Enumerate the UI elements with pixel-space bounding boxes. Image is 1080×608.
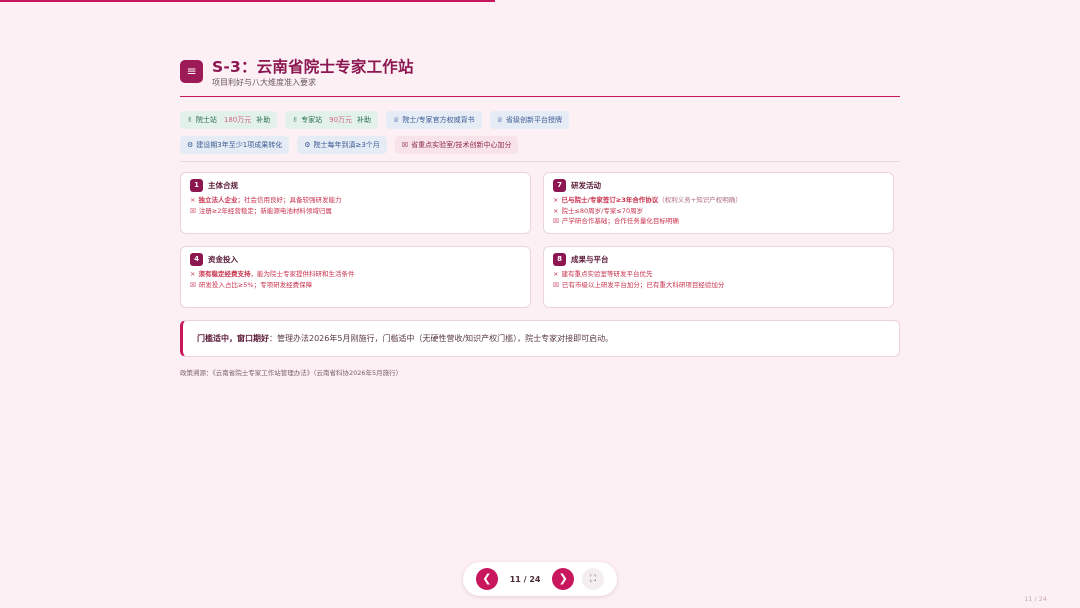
next-slide-button[interactable]: ❯: [552, 568, 575, 590]
requirement-line: ☒ 注册≥2年经营稳定；新能源电池材料领域归属: [190, 206, 521, 217]
requirement-text: ；社会信用良好；具备较强研发能力: [237, 196, 342, 204]
money-icon: ✌: [187, 116, 193, 124]
requirement-text: 产学研合作基础；合作任务量化目标明确: [561, 217, 679, 225]
gear-icon: ⚙: [304, 141, 311, 149]
requirement-card: 4 资金投入 × 须有稳定经费支持，能为院士专家提供科研和生活条件 ☒ 研发投入占比≥5%…: [180, 246, 531, 308]
policy-source: 政策溯源：《云南省院士专家工作站管理办法》（云南省科协2026年5月施行）: [180, 369, 403, 377]
card-title: 主体合规: [208, 181, 238, 190]
requirement-card: 7 研发活动 × 已与院士/专家签订≥3年合作协议（权利义务+知识产权明确） × 院士≤8…: [543, 172, 894, 234]
tag-label: 建设期3年至少1项成果转化: [196, 141, 283, 149]
progress-bar: [0, 0, 1080, 2]
tag-label: 院士/专家官方权威背书: [402, 116, 475, 124]
x-box-icon: ☒: [553, 280, 559, 289]
tag-label: 省级创新平台授牌: [505, 116, 562, 124]
requirement-line: × 已与院士/专家签订≥3年合作协议（权利义务+知识产权明确）: [553, 195, 884, 206]
x-box-icon: ☒: [190, 206, 196, 215]
requirement-line: ☒ 产学研合作基础；合作任务量化目标明确: [553, 216, 884, 227]
benefit-tag: ✌ 专家站 90万元 补助: [285, 111, 379, 129]
tag-row: ✌ 院士站 180万元 补助 ✌ 专家站 90万元 补助 ♕ 院士/专家官方权威背书 ♕ 省级创新平台…: [180, 111, 900, 129]
tag-label: 省重点实验室/技术创新中心加分: [411, 141, 512, 149]
benefit-tags: ✌ 院士站 180万元 补助 ✌ 专家站 90万元 补助 ♕ 院士/专家官方权威背书 ♕ 省级创新平台…: [180, 111, 900, 162]
title-divider: [180, 96, 900, 97]
tag-row: ⚙ 建设期3年至少1项成果转化 ⚙ 院士每年到滇≥3个月 ☒ 省重点实验室/技术创新中心加…: [180, 136, 900, 154]
x-box-icon: ☒: [190, 280, 196, 289]
requirement-line: × 独立法人企业；社会信用良好；具备较强研发能力: [190, 195, 521, 206]
x-box-icon: ☒: [553, 217, 559, 225]
fullscreen-button[interactable]: ⛶: [582, 568, 604, 590]
x-box-icon: ☒: [401, 141, 409, 149]
tag-amount: 90万元: [329, 116, 353, 124]
requirement-line: × 院士≤80周岁/专家≤70周岁: [553, 206, 884, 217]
cross-icon: ×: [553, 196, 559, 204]
page-indicator: 11 / 24: [509, 574, 541, 584]
requirement-note: （权利义务+知识产权明确）: [658, 196, 742, 204]
slide-header: ≡ S-3：云南省院士专家工作站 项目利好与八大维度准入要求: [180, 58, 900, 88]
requirement-text: 注册≥2年经营稳定；新能源电池材料领域归属: [198, 206, 332, 215]
requirement-text: ，能为院士专家提供科研和生活条件: [250, 270, 355, 278]
tag-suffix: 补助: [256, 116, 271, 124]
page-title: S-3：云南省院士专家工作站: [212, 58, 414, 76]
callout-text: ：管理办法2026年5月刚施行，门槛适中（无硬性营收/知识产权门槛），院士专家对…: [269, 334, 614, 343]
requirement-cards: 1 主体合规 × 独立法人企业；社会信用良好；具备较强研发能力 ☒ 注册≥2年经营稳定；新…: [180, 172, 900, 308]
slide: ≡ S-3：云南省院士专家工作站 项目利好与八大维度准入要求 ✌ 院士站 180万元…: [180, 58, 900, 377]
money-icon: ✌: [292, 116, 299, 124]
tag-suffix: 补助: [357, 116, 372, 124]
requirement-key: 独立法人企业: [198, 196, 238, 204]
page-subtitle: 项目利好与八大维度准入要求: [212, 78, 316, 87]
benefit-tag: ♕ 省级创新平台授牌: [489, 111, 569, 129]
card-number-badge: 8: [553, 253, 566, 266]
benefit-tag: ✌ 院士站 180万元 补助: [180, 111, 278, 129]
callout-lead: 门槛适中，窗口期好: [197, 334, 269, 343]
card-title: 研发活动: [571, 181, 601, 190]
cross-icon: ×: [190, 270, 196, 278]
tag-label: 院士每年到滇≥3个月: [313, 141, 380, 149]
card-number-badge: 7: [553, 179, 566, 192]
progress-fill: [0, 0, 495, 2]
requirement-key: 已与院士/专家签订≥3年合作协议: [561, 196, 659, 204]
summary-callout: 门槛适中，窗口期好 ：管理办法2026年5月刚施行，门槛适中（无硬性营收/知识产…: [180, 320, 900, 357]
requirement-card: 1 主体合规 × 独立法人企业；社会信用良好；具备较强研发能力 ☒ 注册≥2年经营稳定；新…: [180, 172, 531, 234]
trophy-icon: ♕: [496, 116, 503, 124]
card-title: 资金投入: [208, 255, 238, 264]
benefit-tag: ♕ 院士/专家官方权威背书: [386, 111, 482, 129]
requirement-text: 研发投入占比≥5%；专项研发经费保障: [198, 280, 313, 289]
benefit-tag: ☒ 省重点实验室/技术创新中心加分: [394, 136, 519, 154]
requirement-text: 院士≤80周岁/专家≤70周岁: [561, 206, 644, 215]
tag-label: 专家站: [301, 116, 323, 124]
benefit-tag: ⚙ 院士每年到滇≥3个月: [297, 136, 387, 154]
cross-icon: ×: [190, 196, 196, 204]
corner-page-number: 11 / 24: [1024, 595, 1047, 603]
trophy-icon: ♕: [393, 116, 400, 124]
requirement-line: ☒ 研发投入占比≥5%；专项研发经费保障: [190, 280, 521, 291]
slide-navigation: ❮ 11 / 24 ❯ ⛶: [463, 562, 617, 596]
card-title: 成果与平台: [571, 255, 609, 264]
tag-amount: 180万元: [223, 116, 252, 124]
benefit-tag: ⚙ 建设期3年至少1项成果转化: [180, 136, 290, 154]
requirement-text: 建有重点实验室等研发平台优先: [561, 270, 653, 278]
prev-slide-button[interactable]: ❮: [476, 568, 498, 590]
tag-label: 院士站: [195, 116, 217, 124]
requirement-line: × 建有重点实验室等研发平台优先: [553, 269, 884, 280]
cross-icon: ×: [553, 270, 559, 278]
tags-divider: [180, 161, 900, 162]
requirement-text: 已有市级以上研发平台加分；已有重大科研项目经验加分: [561, 280, 725, 289]
menu-icon: ≡: [180, 60, 203, 83]
cross-icon: ×: [553, 206, 559, 215]
requirement-card: 8 成果与平台 × 建有重点实验室等研发平台优先 ☒ 已有市级以上研发平台加分；已有重大科…: [543, 246, 894, 308]
card-number-badge: 1: [190, 179, 203, 192]
card-number-badge: 4: [190, 253, 203, 266]
gear-icon: ⚙: [187, 141, 194, 149]
requirement-line: × 须有稳定经费支持，能为院士专家提供科研和生活条件: [190, 269, 521, 280]
requirement-line: ☒ 已有市级以上研发平台加分；已有重大科研项目经验加分: [553, 280, 884, 291]
requirement-key: 须有稳定经费支持: [198, 270, 251, 278]
